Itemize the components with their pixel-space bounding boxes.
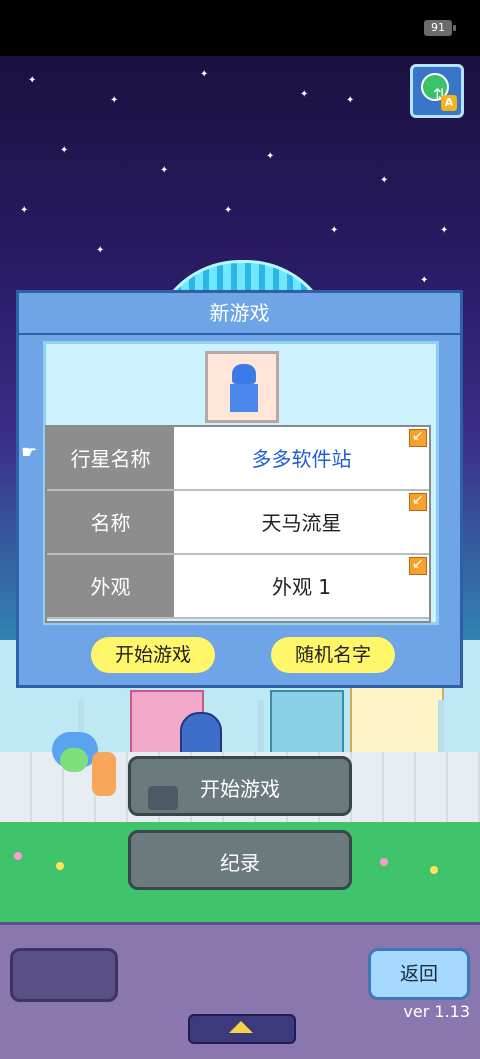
star: ✦ [96,245,105,256]
flower [430,866,438,874]
character-face [60,748,88,772]
name-value[interactable]: 天马流星 [174,491,429,555]
empty-slot [10,948,118,1002]
new-game-dialog: 新游戏 ☛ 行星名称 多多软件站 名称 天马流星 外观 外观 1 开始游戏 随机… [16,290,463,688]
avatar-helmet [232,364,256,384]
star: ✦ [266,151,275,162]
start-game-label: 开始游戏 [200,777,280,801]
edit-icon[interactable] [409,556,427,575]
star: ✦ [330,225,339,236]
dialog-start-button[interactable]: 开始游戏 [91,637,215,673]
appearance-value[interactable]: 外观 1 [174,555,429,619]
up-arrow-icon [229,1021,253,1033]
language-badge: A [441,95,457,111]
version-label: ver 1.13 [403,1002,470,1021]
star: ✦ [380,175,389,186]
back-button[interactable]: 返回 [368,948,470,1000]
edit-icon[interactable] [409,492,427,511]
star: ✦ [420,275,429,286]
star: ✦ [346,95,355,106]
star: ✦ [300,89,309,100]
battery-indicator: 91 [424,20,456,36]
flower [380,858,388,866]
appearance-row[interactable]: 外观 外观 1 [47,555,429,619]
flower [56,862,64,870]
avatar-body [230,384,258,412]
star: ✦ [60,145,69,156]
star: ✦ [160,165,169,176]
star: ✦ [20,205,29,216]
appearance-label: 外观 [47,555,174,619]
records-label: 纪录 [220,851,260,875]
star: ✦ [28,75,37,86]
star: ✦ [200,69,209,80]
street-lamp [258,700,264,754]
dialog-title: 新游戏 [19,293,460,335]
edit-icon[interactable] [409,428,427,447]
records-button[interactable]: 纪录 [128,830,352,890]
name-label: 名称 [47,491,174,555]
planet-name-value[interactable]: 多多软件站 [174,427,429,491]
name-row[interactable]: 名称 天马流星 [47,491,429,555]
avatar[interactable] [205,351,279,423]
girl-character [92,752,116,796]
settings-table: 行星名称 多多软件站 名称 天马流星 外观 外观 1 [45,425,431,623]
star: ✦ [110,95,119,106]
planet-name-row[interactable]: 行星名称 多多软件站 [47,427,429,491]
flower [14,852,22,860]
planet-name-label: 行星名称 [47,427,174,491]
language-switch-button[interactable]: ⇅ A [410,64,464,118]
street-lamp [438,700,444,754]
status-bar: 91 [0,0,480,56]
star: ✦ [440,225,449,236]
star: ✦ [224,205,233,216]
tv-robot-icon [148,786,178,810]
random-name-button[interactable]: 随机名字 [271,637,395,673]
